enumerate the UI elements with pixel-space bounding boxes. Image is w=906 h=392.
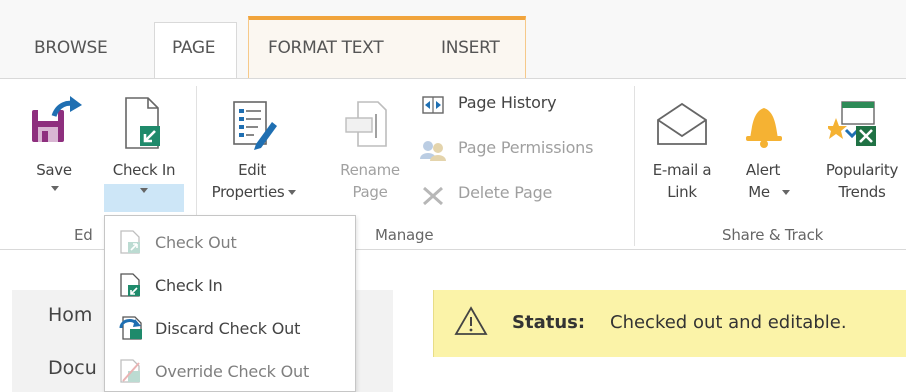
alert-me-button[interactable]: Alert Me <box>728 96 798 208</box>
menu-item-discard-check-out[interactable]: Discard Check Out <box>105 308 355 348</box>
status-label: Status: <box>512 312 586 333</box>
override-check-out-icon <box>120 359 140 383</box>
nav-item-home[interactable]: Hom <box>48 304 92 326</box>
save-icon <box>32 96 82 142</box>
delete-icon <box>423 186 443 206</box>
group-label-share-track: Share & Track <box>722 226 824 244</box>
status-bar: Status: Checked out and editable. <box>433 290 906 357</box>
popularity-label-2: Trends <box>838 183 886 201</box>
rename-page-label-2: Page <box>352 183 388 201</box>
tab-format-text[interactable]: FORMAT TEXT <box>268 38 384 58</box>
nav-item-documents[interactable]: Docu <box>48 357 97 379</box>
check-in-label: Check In <box>112 161 176 179</box>
menu-item-check-in[interactable]: Check In <box>105 265 355 305</box>
page-permissions-icon <box>420 141 446 161</box>
rename-page-label-1: Rename <box>340 161 400 179</box>
rename-page-icon <box>345 101 387 147</box>
warning-icon <box>454 306 488 335</box>
popularity-trends-icon <box>828 101 876 146</box>
page-history-icon <box>422 96 444 114</box>
popularity-trends-button[interactable]: Popularity Trends <box>808 96 906 208</box>
page-history-label: Page History <box>458 93 557 112</box>
page-permissions-label: Page Permissions <box>458 138 594 157</box>
chevron-down-icon <box>288 190 296 195</box>
menu-item-check-out[interactable]: Check Out <box>105 222 355 262</box>
email-icon <box>657 102 707 145</box>
chevron-down-icon <box>51 186 59 191</box>
menu-item-label: Discard Check Out <box>155 319 301 338</box>
menu-item-label: Check Out <box>155 233 237 252</box>
check-in-dropdown-menu: Check Out Check In Discard Check Out Ove… <box>104 215 356 392</box>
check-in-dropdown-arrow[interactable] <box>104 184 184 212</box>
menu-item-label: Override Check Out <box>155 362 310 381</box>
status-message: Checked out and editable. <box>610 312 847 333</box>
delete-page-button[interactable]: Delete Page <box>418 182 588 208</box>
tab-browse[interactable]: BROWSE <box>34 38 108 58</box>
alert-me-label-1: Alert <box>745 161 781 179</box>
discard-check-out-icon <box>119 316 142 340</box>
save-button[interactable]: Save <box>26 96 86 208</box>
group-label-manage: Manage <box>375 226 434 244</box>
rename-page-button[interactable]: Rename Page <box>332 96 408 208</box>
email-label-2: Link <box>667 183 697 201</box>
check-in-icon <box>120 273 140 297</box>
group-label-edit: Ed <box>74 226 93 244</box>
group-separator <box>634 86 635 246</box>
edit-properties-label-2: Properties <box>211 183 285 201</box>
menu-item-label: Check In <box>155 276 223 295</box>
edit-properties-button[interactable]: Edit Properties <box>210 96 296 208</box>
email-label-1: E-mail a <box>652 161 712 179</box>
save-label: Save <box>36 161 72 179</box>
bell-icon <box>746 108 782 148</box>
tab-page[interactable]: PAGE <box>172 38 216 58</box>
edit-properties-icon <box>233 101 277 150</box>
page-permissions-button[interactable]: Page Permissions <box>418 137 628 163</box>
tab-insert[interactable]: INSERT <box>441 38 500 58</box>
edit-properties-label-1: Edit <box>238 161 266 179</box>
chevron-down-icon <box>140 188 148 193</box>
chevron-down-icon <box>782 190 790 195</box>
menu-item-override-check-out[interactable]: Override Check Out <box>105 351 355 391</box>
delete-page-label: Delete Page <box>458 183 553 202</box>
check-out-icon <box>120 230 140 254</box>
email-link-button[interactable]: E-mail a Link <box>642 96 722 208</box>
page-history-button[interactable]: Page History <box>418 92 618 118</box>
check-in-icon <box>125 97 160 149</box>
popularity-label-1: Popularity <box>825 161 899 179</box>
